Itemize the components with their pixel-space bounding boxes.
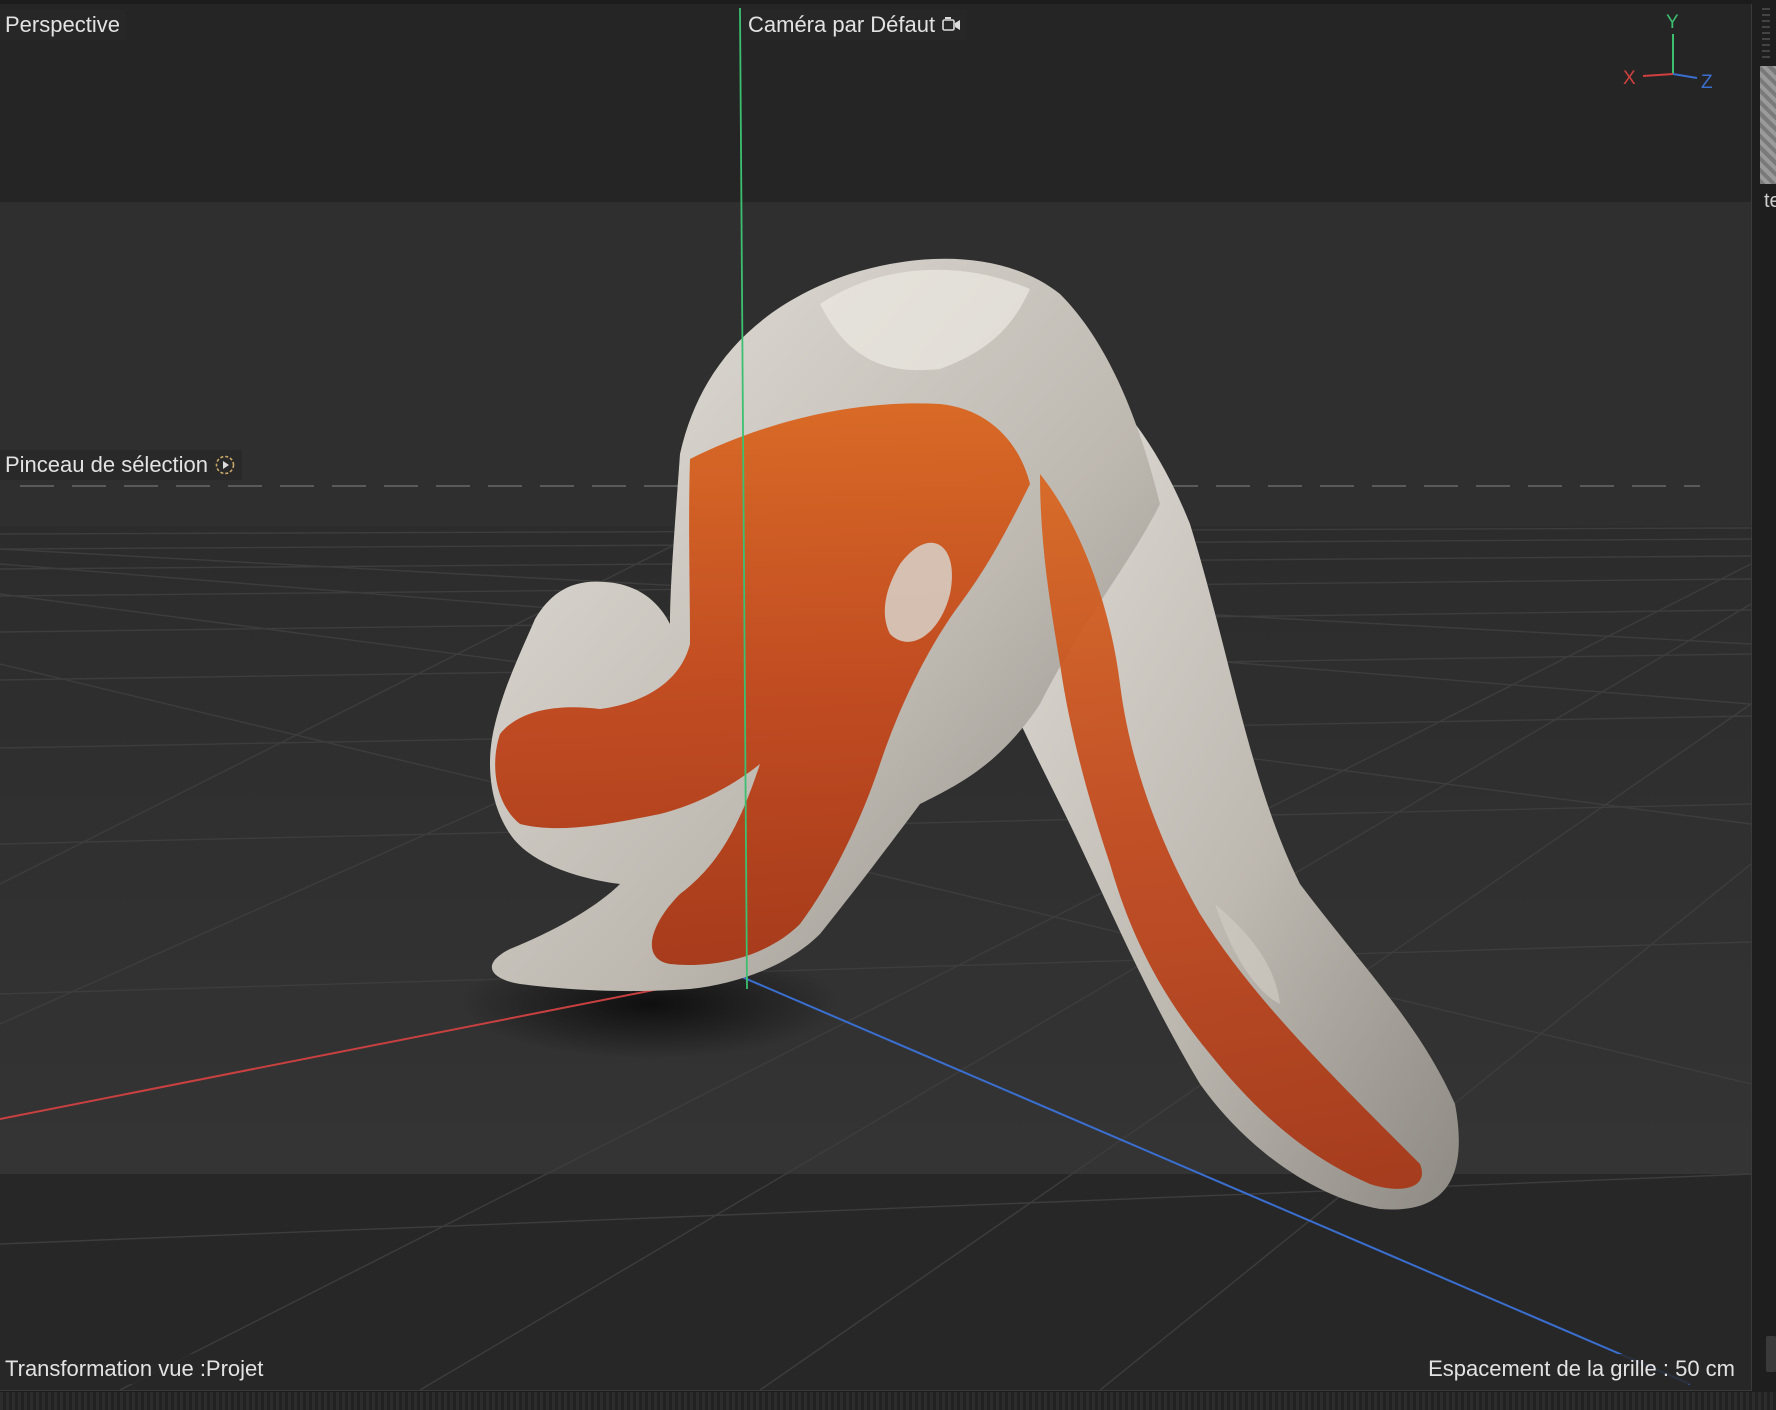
tool-label[interactable]: Pinceau de sélection <box>0 450 243 480</box>
view-transform-label: Transformation vue :Projet <box>0 1354 270 1384</box>
z-axis-letter: Z <box>1701 72 1713 93</box>
camera-label[interactable]: Caméra par Défaut <box>743 10 968 40</box>
material-thumbnail[interactable] <box>1760 66 1776 184</box>
view-name-text: Perspective <box>5 12 120 37</box>
view-transform-text: Transformation vue :Projet <box>5 1356 264 1381</box>
grid-spacing-label: Espacement de la grille : 50 cm <box>1423 1354 1741 1384</box>
side-panel-partial-text: te <box>1764 190 1776 212</box>
panel-scroll-handle[interactable] <box>1766 1336 1776 1372</box>
camera-name-text: Caméra par Défaut <box>748 12 936 37</box>
tool-name-text: Pinceau de sélection <box>5 452 209 477</box>
camera-icon[interactable] <box>941 15 961 35</box>
bottom-panel-divider[interactable] <box>0 1392 1776 1410</box>
x-axis-letter: X <box>1623 68 1636 89</box>
panel-grip[interactable] <box>1762 8 1770 58</box>
y-axis-letter: Y <box>1666 12 1679 33</box>
grid-spacing-text: Espacement de la grille : 50 cm <box>1428 1356 1735 1381</box>
view-name-label[interactable]: Perspective <box>0 10 126 40</box>
viewport-scene[interactable] <box>0 4 1751 1390</box>
3d-viewport[interactable]: Perspective Caméra par Défaut Pinceau de… <box>0 4 1752 1391</box>
selection-brush-icon <box>215 455 235 475</box>
axis-gizmo: Y X Z <box>1621 10 1731 100</box>
